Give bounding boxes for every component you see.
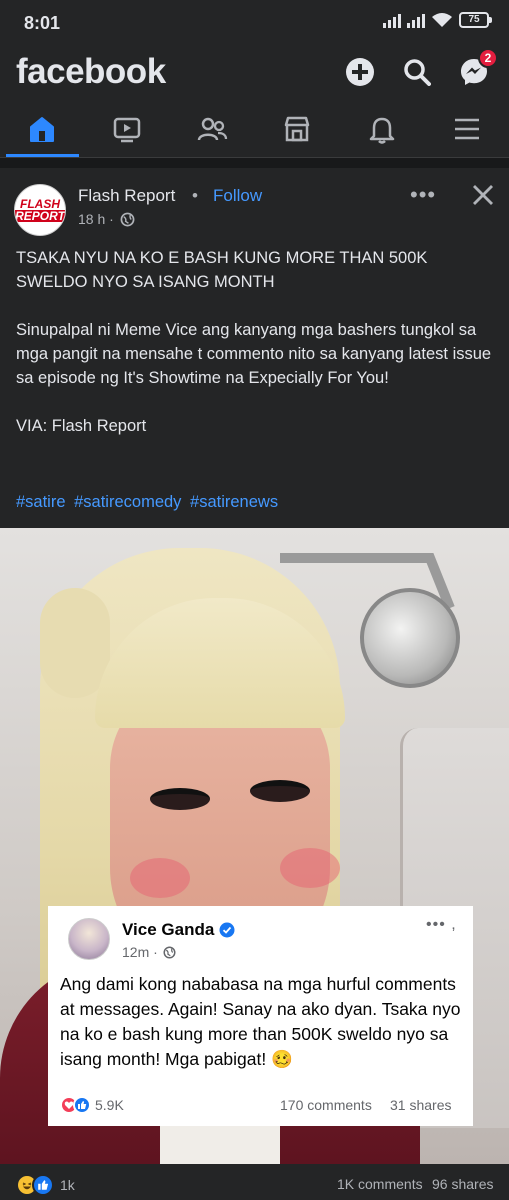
- follow-button[interactable]: Follow: [213, 186, 262, 206]
- post-reaction-count: 1k: [60, 1177, 75, 1193]
- left-eye: [150, 788, 210, 810]
- battery-icon: 75: [459, 12, 492, 28]
- messenger-button[interactable]: 2: [456, 48, 498, 90]
- post-time[interactable]: 18 h ·: [78, 211, 114, 227]
- facebook-logo[interactable]: facebook: [16, 52, 166, 92]
- hashtags: #satire #satirecomedy #satirenews: [16, 493, 282, 512]
- page-avatar[interactable]: FLASH REPORT: [14, 184, 66, 236]
- status-bar: 8:01 75: [0, 0, 509, 46]
- video-icon: [113, 117, 141, 142]
- embedded-reactions: 5.9K: [60, 1096, 124, 1114]
- right-blush: [280, 848, 340, 888]
- embedded-footer: 5.9K 170 comments 31 shares: [60, 1096, 465, 1118]
- friends-icon: [197, 117, 228, 140]
- embedded-more-icon: ••• ,: [426, 916, 457, 933]
- post-headline: TSAKA NYU NA KO E BASH KUNG MORE THAN 50…: [16, 249, 428, 291]
- tab-notifications[interactable]: [339, 100, 424, 157]
- embedded-name: Vice Ganda: [122, 920, 215, 939]
- feed-post: FLASH REPORT Flash Report • Follow 18 h …: [0, 168, 509, 1200]
- hashtag-link[interactable]: #satire: [16, 493, 66, 511]
- plus-icon: [346, 58, 374, 86]
- embedded-reaction-count: 5.9K: [95, 1097, 124, 1113]
- verified-icon: [219, 922, 235, 938]
- post-text: TSAKA NYU NA KO E BASH KUNG MORE THAN 50…: [16, 246, 496, 462]
- post-shares-count[interactable]: 96 shares: [432, 1176, 493, 1192]
- embedded-text: Ang dami kong nababasa na mga hurful com…: [60, 974, 461, 1069]
- app-header: facebook 2: [0, 46, 509, 100]
- more-options-button[interactable]: •••: [410, 182, 436, 208]
- hashtag-link[interactable]: #satirenews: [190, 493, 278, 511]
- home-icon: [30, 116, 55, 142]
- left-blush: [130, 858, 190, 898]
- create-button[interactable]: [342, 54, 378, 90]
- close-icon: [473, 185, 493, 205]
- tab-video[interactable]: [85, 100, 170, 157]
- tab-bar: [0, 100, 509, 158]
- post-footer: 1k 1K comments 96 shares: [0, 1172, 509, 1200]
- right-eye: [250, 780, 310, 802]
- like-reaction-icon: [73, 1096, 91, 1114]
- embedded-shares: 31 shares: [390, 1097, 452, 1113]
- status-icons: 75: [383, 12, 492, 28]
- tab-marketplace[interactable]: [254, 100, 339, 157]
- messenger-badge: 2: [478, 48, 498, 68]
- embedded-time: 12m ·: [122, 944, 158, 960]
- menu-icon: [454, 118, 479, 139]
- signal-icon: [383, 12, 401, 28]
- search-icon: [404, 59, 431, 86]
- marketplace-icon: [284, 116, 310, 141]
- bell-icon: [369, 117, 394, 144]
- post-via: VIA: Flash Report: [16, 417, 147, 435]
- like-reaction-icon: [32, 1174, 54, 1196]
- post-comments-count[interactable]: 1K comments: [337, 1176, 423, 1192]
- globe-icon: [120, 212, 135, 226]
- tab-menu[interactable]: [424, 100, 509, 157]
- embedded-avatar: [68, 918, 110, 960]
- post-reactions[interactable]: 1k: [16, 1174, 75, 1196]
- tab-home[interactable]: [0, 100, 85, 157]
- hide-post-button[interactable]: [470, 182, 496, 213]
- lamp: [360, 588, 460, 688]
- avatar-text-line2: REPORT: [15, 209, 65, 223]
- hashtag-link[interactable]: #satirecomedy: [74, 493, 181, 511]
- page-name[interactable]: Flash Report: [78, 186, 175, 206]
- tab-friends[interactable]: [170, 100, 255, 157]
- post-photo[interactable]: Vice Ganda 12m · ••• , Ang dami kong nab…: [0, 528, 509, 1164]
- signal-icon-2: [407, 12, 425, 28]
- name-separator: •: [192, 186, 198, 205]
- embedded-name-row: Vice Ganda: [122, 920, 235, 940]
- embedded-meta: 12m ·: [122, 944, 176, 960]
- post-body: Sinupalpal ni Meme Vice ang kanyang mga …: [16, 321, 492, 387]
- embedded-comments: 170 comments: [280, 1097, 372, 1113]
- wifi-icon: [431, 12, 453, 28]
- search-button[interactable]: [399, 54, 435, 90]
- post-meta: 18 h ·: [78, 211, 135, 227]
- embedded-post-card: Vice Ganda 12m · ••• , Ang dami kong nab…: [48, 906, 473, 1126]
- status-time: 8:01: [24, 13, 61, 33]
- globe-icon: [163, 945, 176, 959]
